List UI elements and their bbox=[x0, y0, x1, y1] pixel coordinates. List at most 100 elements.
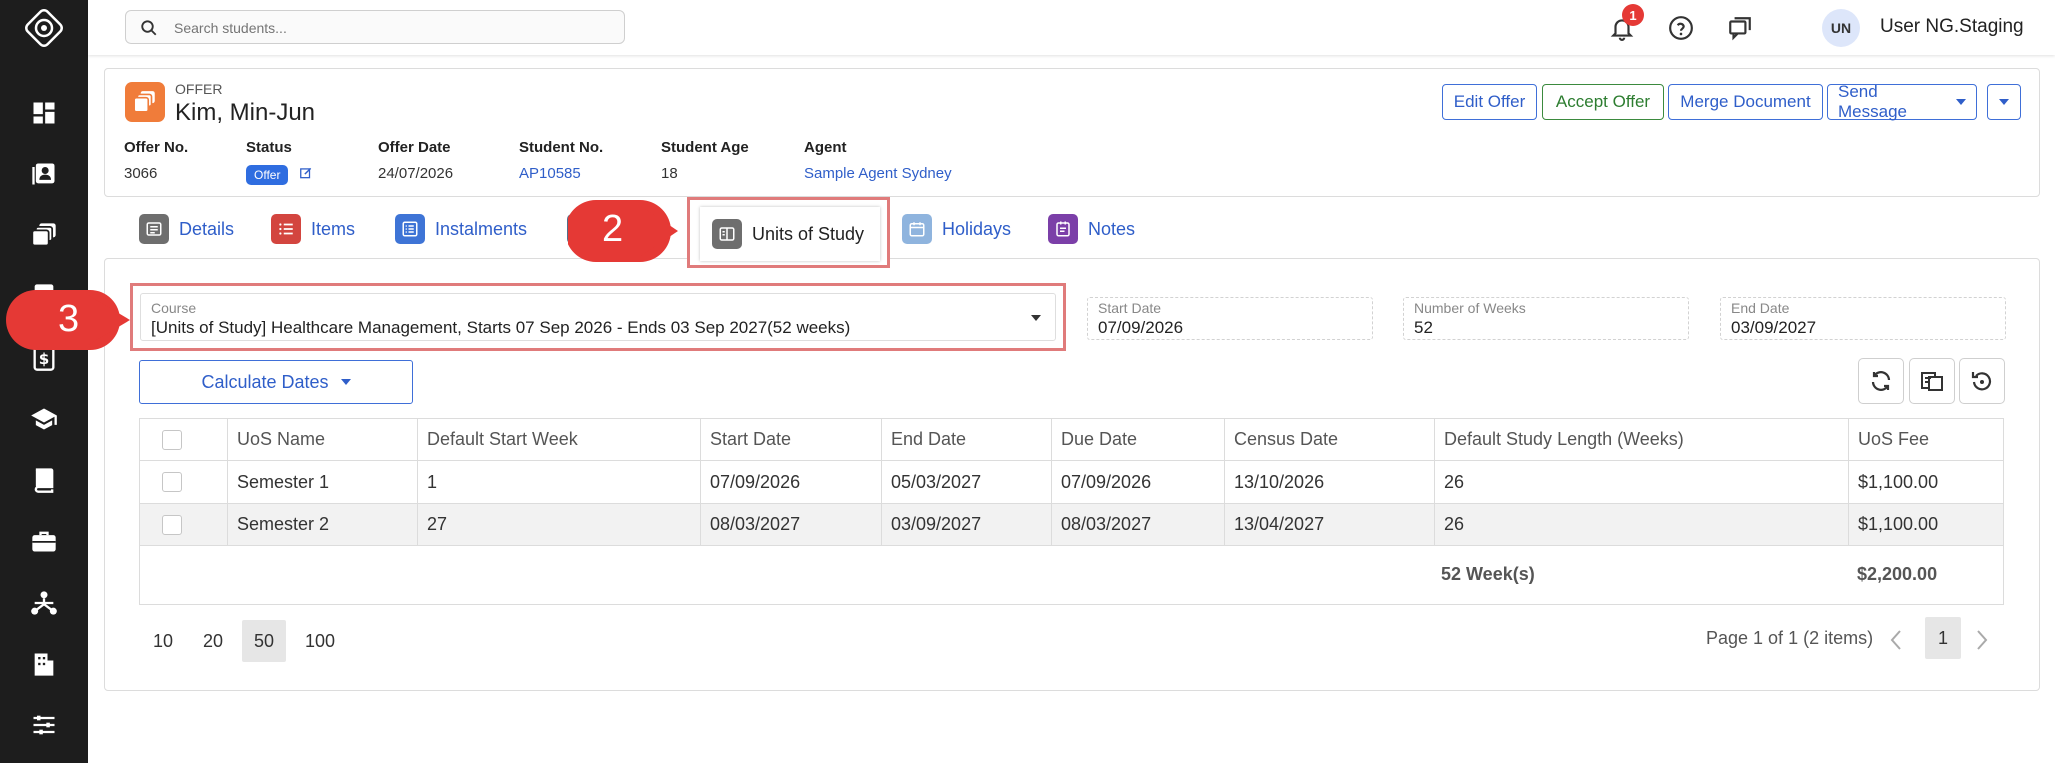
book-open-icon bbox=[712, 219, 742, 249]
sidebar-item-library[interactable] bbox=[28, 464, 60, 496]
edit-offer-button[interactable]: Edit Offer bbox=[1442, 84, 1537, 120]
tab-items[interactable]: Items bbox=[271, 212, 355, 246]
chevron-right-icon bbox=[1977, 630, 1988, 650]
user-name[interactable]: User NG.Staging bbox=[1880, 16, 2024, 38]
start-date-field[interactable]: Start Date 07/09/2026 bbox=[1087, 297, 1373, 340]
header-census-date[interactable]: Census Date bbox=[1225, 419, 1435, 460]
offer-no-label: Offer No. bbox=[124, 139, 189, 156]
sidebar-item-settings[interactable] bbox=[28, 709, 60, 741]
accept-offer-button[interactable]: Accept Offer bbox=[1542, 84, 1664, 120]
dashboard-icon bbox=[33, 102, 55, 124]
cell-uos-name: Semester 1 bbox=[228, 461, 418, 503]
cell-uos-fee: $1,100.00 bbox=[1858, 514, 1939, 534]
header-study-length[interactable]: Default Study Length (Weeks) bbox=[1435, 419, 1849, 460]
units-table: UoS Name Default Start Week Start Date E… bbox=[139, 418, 2004, 605]
edit-status-icon[interactable] bbox=[299, 166, 313, 180]
tab-items-label: Items bbox=[311, 218, 356, 239]
table-header-row: UoS Name Default Start Week Start Date E… bbox=[140, 419, 2003, 461]
chat-icon bbox=[1729, 17, 1751, 41]
building-icon bbox=[34, 653, 54, 676]
header-uos-name[interactable]: UoS Name bbox=[228, 419, 418, 460]
header-due-date[interactable]: Due Date bbox=[1052, 419, 1225, 460]
row-checkbox[interactable] bbox=[162, 472, 182, 492]
total-weeks: 52 Week(s) bbox=[1441, 564, 1535, 584]
header-uos-fee[interactable]: UoS Fee bbox=[1849, 419, 2005, 460]
sidebar-item-network[interactable] bbox=[28, 587, 60, 619]
callout-marker-3: 3 bbox=[0, 287, 132, 353]
offer-icon bbox=[125, 82, 165, 122]
student-age-label: Student Age bbox=[661, 139, 749, 156]
weeks-value: 52 bbox=[1414, 318, 1433, 337]
end-date-field[interactable]: End Date 03/09/2027 bbox=[1720, 297, 2006, 340]
offers-stack-icon bbox=[31, 223, 56, 247]
notifications-button[interactable]: 1 bbox=[1607, 4, 1644, 43]
sidebar-item-students[interactable] bbox=[28, 158, 60, 190]
export-button[interactable] bbox=[1909, 358, 1955, 404]
notes-icon bbox=[1048, 214, 1078, 244]
row-checkbox[interactable] bbox=[162, 514, 182, 535]
page-number-current[interactable]: 1 bbox=[1925, 617, 1961, 659]
sidebar-item-jobs[interactable] bbox=[28, 525, 60, 557]
chevron-down-icon bbox=[1956, 99, 1966, 105]
course-select[interactable]: Course [Units of Study] Healthcare Manag… bbox=[140, 293, 1056, 341]
weeks-field[interactable]: Number of Weeks 52 bbox=[1403, 297, 1689, 340]
course-value: [Units of Study] Healthcare Management, … bbox=[151, 318, 851, 337]
reset-button[interactable] bbox=[1959, 358, 2005, 404]
select-all-checkbox[interactable] bbox=[162, 429, 182, 450]
start-date-value: 07/09/2026 bbox=[1098, 318, 1184, 337]
end-date-value: 03/09/2027 bbox=[1731, 318, 1817, 337]
student-name: Kim, Min-Jun bbox=[175, 99, 316, 126]
sidebar-item-buildings[interactable] bbox=[28, 648, 60, 680]
tab-instalments[interactable]: Instalments bbox=[395, 212, 527, 246]
status-label: Status bbox=[246, 139, 292, 156]
messages-button[interactable] bbox=[1725, 13, 1755, 43]
student-no-link[interactable]: AP10585 bbox=[519, 165, 581, 182]
checklist-icon bbox=[395, 214, 425, 244]
tab-notes[interactable]: Notes bbox=[1048, 212, 1135, 246]
app-logo[interactable] bbox=[21, 5, 67, 51]
search-box[interactable] bbox=[125, 10, 625, 44]
prev-page-button[interactable] bbox=[1884, 626, 1908, 654]
tab-details-label: Details bbox=[179, 218, 235, 239]
cell-due-date: 07/09/2026 bbox=[1052, 461, 1225, 503]
search-input[interactable] bbox=[174, 18, 604, 38]
page-size-10[interactable]: 10 bbox=[148, 620, 178, 662]
tab-holidays[interactable]: Holidays bbox=[902, 212, 1011, 246]
logo-icon bbox=[25, 9, 63, 47]
page-info: Page 1 of 1 (2 items) bbox=[1706, 628, 1874, 648]
sidebar-item-courses[interactable] bbox=[28, 403, 60, 435]
top-bar: 1 UN User NG.Staging bbox=[88, 0, 2055, 55]
calculate-dates-button[interactable]: Calculate Dates bbox=[139, 360, 413, 404]
table-row[interactable]: Semester 1 1 07/09/2026 05/03/2027 07/09… bbox=[140, 461, 2003, 504]
tab-units-of-study[interactable]: Units of Study bbox=[700, 207, 880, 261]
page-size-50[interactable]: 50 bbox=[242, 620, 286, 662]
student-age-value: 18 bbox=[661, 165, 678, 182]
offer-no-value: 3066 bbox=[124, 165, 158, 182]
header-end-date[interactable]: End Date bbox=[882, 419, 1052, 460]
header-default-start-week[interactable]: Default Start Week bbox=[418, 419, 701, 460]
row-select-cell bbox=[140, 461, 228, 503]
page-size-20[interactable]: 20 bbox=[198, 620, 228, 662]
refresh-icon bbox=[1871, 371, 1891, 391]
end-date-label: End Date bbox=[1731, 300, 1790, 316]
send-message-button[interactable]: Send Message bbox=[1827, 82, 1977, 121]
next-page-button[interactable] bbox=[1970, 626, 1994, 654]
sidebar-item-offers[interactable] bbox=[28, 219, 60, 251]
avatar[interactable]: UN bbox=[1822, 9, 1860, 47]
header-start-date[interactable]: Start Date bbox=[701, 419, 882, 460]
list-icon bbox=[271, 214, 301, 244]
tab-details[interactable]: Details bbox=[139, 212, 234, 246]
book-icon bbox=[34, 468, 54, 493]
cell-census-date: 13/10/2026 bbox=[1225, 461, 1435, 503]
agent-link[interactable]: Sample Agent Sydney bbox=[804, 165, 952, 182]
chevron-down-icon bbox=[1031, 315, 1041, 321]
search-icon bbox=[141, 20, 157, 36]
table-row[interactable]: Semester 2 27 08/03/2027 03/09/2027 08/0… bbox=[140, 504, 2003, 546]
help-button[interactable] bbox=[1666, 13, 1696, 43]
reset-icon bbox=[1971, 372, 1992, 391]
more-actions-button[interactable] bbox=[1987, 84, 2021, 120]
refresh-button[interactable] bbox=[1858, 358, 1904, 404]
page-size-100[interactable]: 100 bbox=[300, 620, 340, 662]
sidebar-item-dashboard[interactable] bbox=[28, 97, 60, 129]
merge-document-button[interactable]: Merge Document bbox=[1668, 84, 1823, 120]
